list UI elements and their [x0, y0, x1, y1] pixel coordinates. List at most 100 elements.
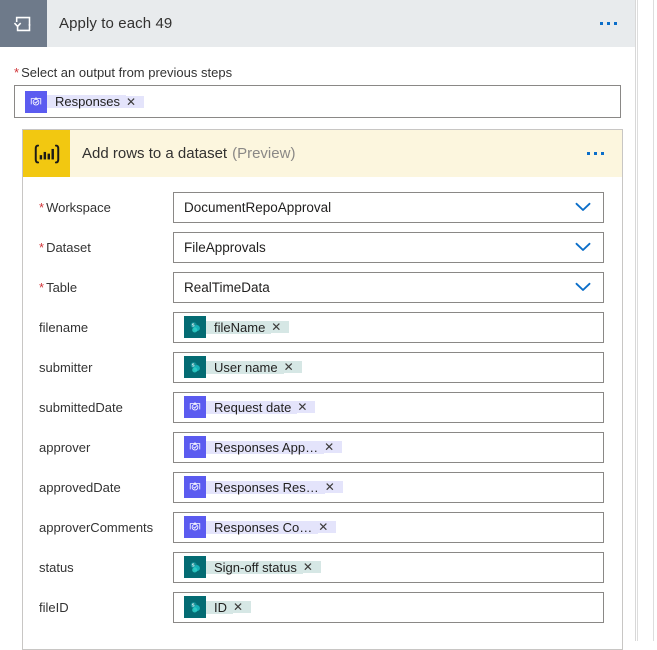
- svg-text:S: S: [192, 603, 195, 608]
- svg-text:S: S: [192, 363, 195, 368]
- field-label-text: filename: [39, 319, 89, 335]
- field-row-status: status S Sign-off status ✕: [23, 547, 622, 587]
- token-remove-icon[interactable]: ✕: [297, 401, 316, 413]
- approver-input[interactable]: Responses App… ✕: [173, 431, 604, 463]
- svg-text:S: S: [192, 323, 195, 328]
- select-output-label-text: Select an output from previous steps: [21, 65, 233, 80]
- field-label-submitter: submitter: [39, 360, 173, 375]
- token-remove-icon[interactable]: ✕: [302, 561, 321, 573]
- select-output-input[interactable]: Responses ✕: [14, 85, 621, 118]
- apply-to-each-title: Apply to each 49: [59, 15, 173, 32]
- token-fileid[interactable]: S ID ✕: [184, 596, 252, 618]
- token-label: fileName: [206, 320, 272, 334]
- chevron-down-icon[interactable]: [575, 202, 591, 212]
- field-row-fileid: fileID S ID ✕: [23, 587, 622, 627]
- field-label-submitteddate: submittedDate: [39, 400, 173, 415]
- add-rows-header[interactable]: Add rows to a dataset (Preview): [23, 130, 622, 177]
- field-label-workspace: * Workspace: [39, 200, 173, 215]
- apply-to-each-header[interactable]: Apply to each 49: [0, 0, 635, 47]
- token-responses[interactable]: Responses ✕: [25, 90, 145, 113]
- apply-to-each-more-options-icon[interactable]: [600, 0, 635, 47]
- workspace-value: DocumentRepoApproval: [184, 199, 332, 215]
- token-approvercomments[interactable]: Responses Co… ✕: [184, 516, 337, 538]
- dataset-dropdown[interactable]: FileApprovals: [173, 231, 604, 263]
- token-remove-icon[interactable]: ✕: [324, 481, 343, 493]
- approvercomments-input[interactable]: Responses Co… ✕: [173, 511, 604, 543]
- field-label-text: Workspace: [46, 199, 111, 215]
- token-remove-icon[interactable]: ✕: [233, 601, 252, 613]
- sharepoint-icon: S: [184, 596, 206, 618]
- approveddate-input[interactable]: Responses Res… ✕: [173, 471, 604, 503]
- token-remove-icon[interactable]: ✕: [324, 441, 343, 453]
- field-label-dataset: * Dataset: [39, 240, 173, 255]
- field-row-approver: approver Responses App… ✕: [23, 427, 622, 467]
- field-row-submitteddate: submittedDate Request date ✕: [23, 387, 622, 427]
- field-label-table: * Table: [39, 280, 173, 295]
- dataset-value: FileApprovals: [184, 239, 266, 255]
- token-remove-icon[interactable]: ✕: [271, 321, 290, 333]
- token-remove-icon[interactable]: ✕: [126, 95, 145, 108]
- required-marker: *: [39, 199, 45, 215]
- approvals-icon: [184, 476, 206, 498]
- sharepoint-icon: S: [184, 316, 206, 338]
- filename-input[interactable]: SfileName ✕: [173, 311, 604, 343]
- add-rows-to-dataset-card: Add rows to a dataset (Preview) * Worksp…: [22, 129, 623, 650]
- page-scrollbar[interactable]: [653, 0, 654, 641]
- power-bi-icon: [23, 130, 70, 177]
- select-output-label: * Select an output from previous steps: [14, 65, 621, 80]
- field-row-approveddate: approvedDate Responses Res… ✕: [23, 467, 622, 507]
- token-label: Responses Res…: [206, 480, 325, 494]
- token-label: User name: [206, 360, 284, 374]
- token-approver[interactable]: Responses App… ✕: [184, 436, 343, 458]
- status-input[interactable]: S Sign-off status ✕: [173, 551, 604, 583]
- fileid-input[interactable]: S ID ✕: [173, 591, 604, 623]
- submitteddate-input[interactable]: Request date ✕: [173, 391, 604, 423]
- apply-to-each-body: * Select an output from previous steps R…: [0, 47, 635, 118]
- field-label-status: status: [39, 560, 173, 575]
- add-rows-title: Add rows to a dataset (Preview): [70, 130, 587, 177]
- table-dropdown[interactable]: RealTimeData: [173, 271, 604, 303]
- field-label-approveddate: approvedDate: [39, 480, 173, 495]
- field-row-dataset: * Dataset FileApprovals: [23, 227, 622, 267]
- sharepoint-icon: S: [184, 556, 206, 578]
- svg-text:S: S: [192, 563, 195, 568]
- approvals-icon: [25, 90, 47, 113]
- add-rows-body: * Workspace DocumentRepoApproval * Datas…: [23, 177, 622, 649]
- add-rows-more-options-icon[interactable]: [587, 130, 622, 177]
- required-marker: *: [14, 65, 20, 80]
- token-fields-list: filename SfileName ✕ submitter S User name ✕ su…: [23, 307, 622, 627]
- chevron-down-icon[interactable]: [575, 282, 591, 292]
- token-label: ID: [206, 600, 233, 614]
- content-divider: [637, 0, 638, 641]
- field-label-text: approvedDate: [39, 479, 121, 495]
- field-label-approver: approver: [39, 440, 173, 455]
- required-marker: *: [39, 279, 45, 295]
- field-label-text: submitter: [39, 359, 93, 375]
- workspace-dropdown[interactable]: DocumentRepoApproval: [173, 191, 604, 223]
- field-label-text: Table: [46, 279, 78, 295]
- field-row-submitter: submitter S User name ✕: [23, 347, 622, 387]
- token-status[interactable]: S Sign-off status ✕: [184, 556, 321, 578]
- token-submitter[interactable]: S User name ✕: [184, 356, 302, 378]
- field-label-text: submittedDate: [39, 399, 123, 415]
- token-filename[interactable]: SfileName ✕: [184, 316, 290, 338]
- token-submitteddate[interactable]: Request date ✕: [184, 396, 316, 418]
- token-remove-icon[interactable]: ✕: [318, 521, 337, 533]
- field-label-text: Dataset: [46, 239, 91, 255]
- loop-icon: [0, 0, 47, 47]
- token-approveddate[interactable]: Responses Res… ✕: [184, 476, 343, 498]
- submitter-input[interactable]: S User name ✕: [173, 351, 604, 383]
- approvals-icon: [184, 516, 206, 538]
- field-label-text: approverComments: [39, 519, 154, 535]
- token-label: Responses App…: [206, 440, 325, 454]
- approvals-icon: [184, 396, 206, 418]
- token-remove-icon[interactable]: ✕: [283, 361, 302, 373]
- required-marker: *: [39, 239, 45, 255]
- token-label: Responses: [47, 95, 127, 108]
- field-row-filename: filename SfileName ✕: [23, 307, 622, 347]
- field-row-workspace: * Workspace DocumentRepoApproval: [23, 187, 622, 227]
- chevron-down-icon[interactable]: [575, 242, 591, 252]
- field-label-text: fileID: [39, 599, 69, 615]
- field-label-text: approver: [39, 439, 91, 455]
- field-label-text: status: [39, 559, 74, 575]
